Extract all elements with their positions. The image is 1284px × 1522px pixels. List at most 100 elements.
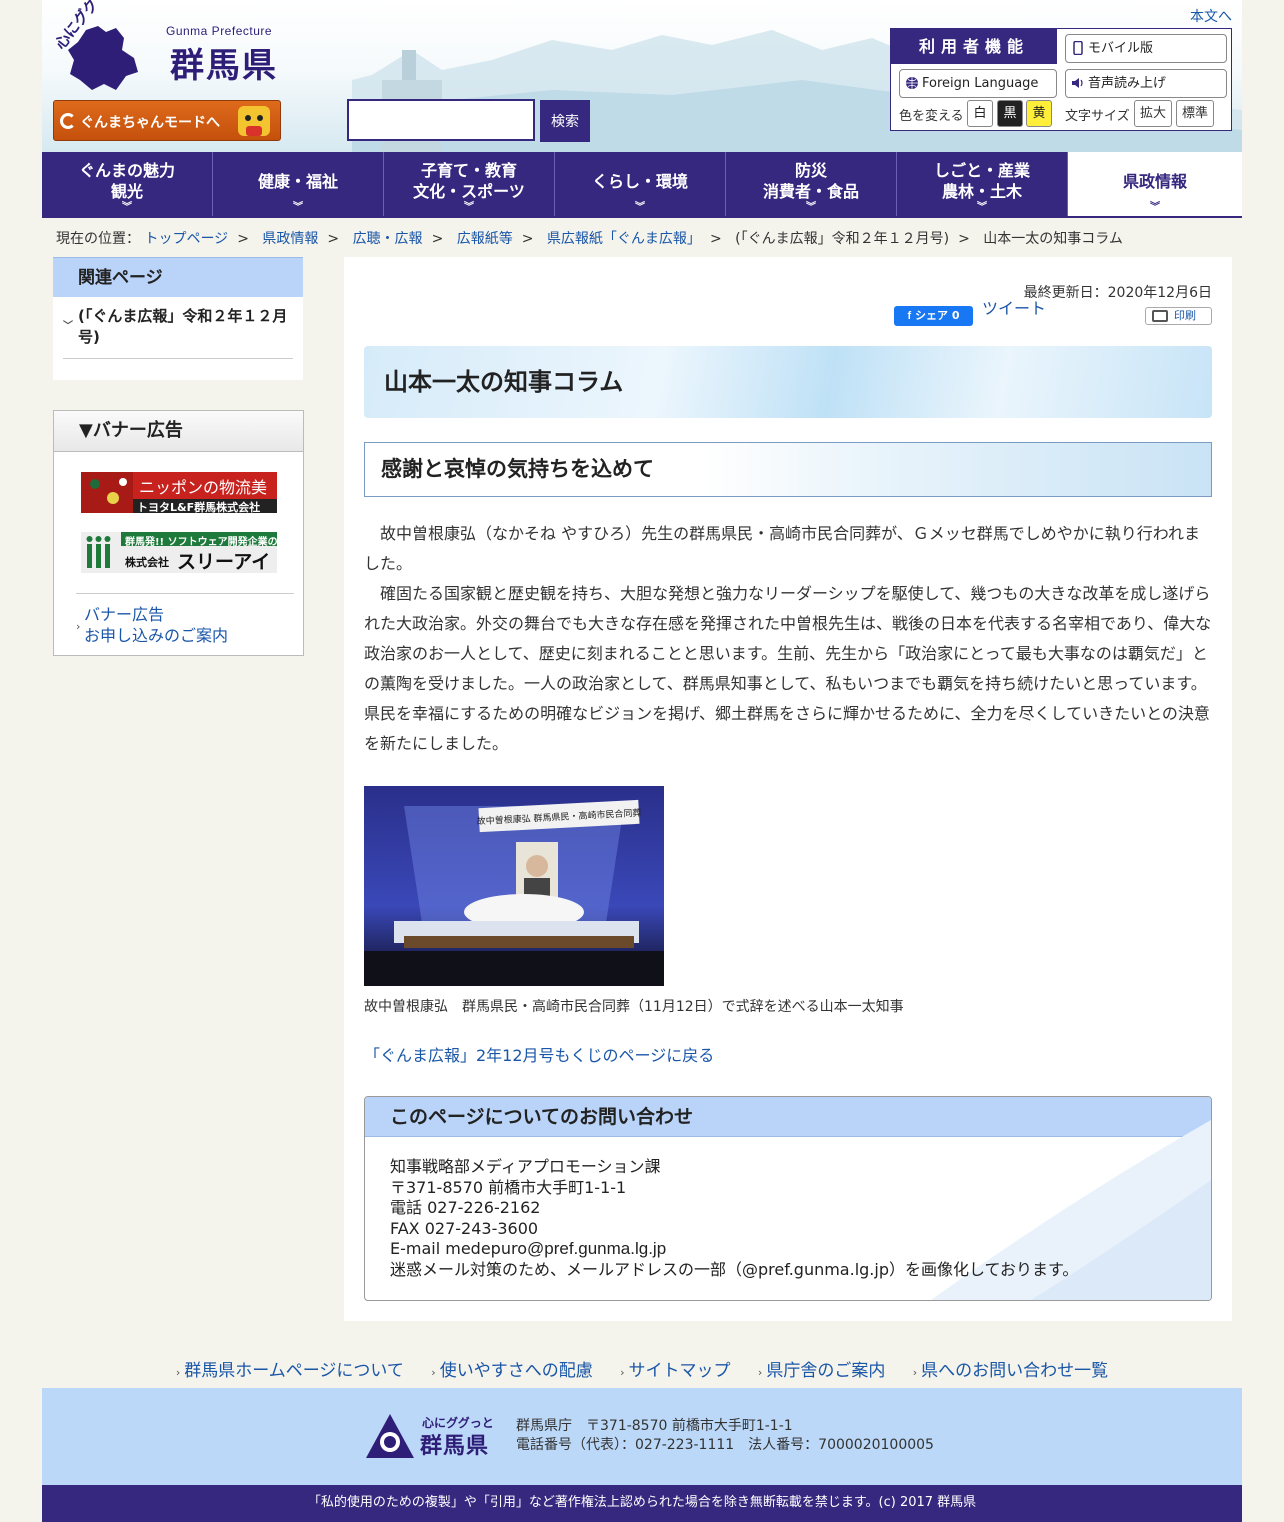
- photo-caption: 故中曽根康弘 群馬県民・高崎市民合同葬（11月12日）で式辞を述べる山本一太知事: [364, 999, 904, 1015]
- mobile-version-button[interactable]: モバイル版: [1065, 34, 1227, 63]
- font-standard-button[interactable]: 標準: [1176, 100, 1214, 127]
- related-page-item[interactable]: ﹀ (「ぐんま広報」令和２年１２月号): [63, 306, 293, 359]
- contact-email-domain-image: @pref.gunma.lg.jp: [527, 1239, 667, 1258]
- breadcrumb-separator: >: [431, 231, 444, 247]
- footer-link-office-guide[interactable]: › 県庁舎のご案内: [758, 1361, 885, 1381]
- footer-link-label: 群馬県ホームページについて: [184, 1361, 404, 1381]
- chevron-right-icon: ›: [76, 620, 81, 633]
- last-updated: 最終更新日：2020年12月6日: [1023, 285, 1212, 301]
- banner-ad-application-line1[interactable]: バナー広告: [84, 605, 164, 624]
- print-button[interactable]: 印刷: [1145, 307, 1212, 325]
- three-i-banner-tagline: 群馬発!! ソフトウェア開発企業の: [125, 537, 278, 548]
- breadcrumb-link[interactable]: 広報紙等: [457, 231, 513, 247]
- copyright-notice: 「私的使用のための複製」や「引用」など著作権法上認められた場合を除き無断転載を禁…: [42, 1485, 1242, 1522]
- nav-item-work-industry[interactable]: しごと・産業 農林・土木 ︾: [897, 152, 1068, 216]
- footer-phone-line: 電話番号（代表）：027-223-1111 法人番号：7000020100005: [516, 1437, 934, 1453]
- nav-item-disaster-consumer[interactable]: 防災 消費者・食品 ︾: [726, 152, 897, 216]
- breadcrumb-separator: >: [237, 231, 249, 247]
- nav-label: 文化・スポーツ: [413, 182, 525, 201]
- double-chevron-down-icon: ︾: [122, 202, 132, 213]
- speaker-icon: [1072, 78, 1083, 88]
- back-to-index-link[interactable]: 「ぐんま広報」2年12月号もくじのページに戻る: [364, 1042, 714, 1066]
- banner-ads-title: ▼バナー広告: [54, 411, 303, 452]
- footer-link-accessibility[interactable]: › 使いやすさへの配慮: [431, 1361, 592, 1381]
- voice-reading-button[interactable]: 音声読み上げ: [1065, 69, 1227, 98]
- font-enlarge-button[interactable]: 拡大: [1134, 100, 1172, 127]
- footer-link-label: 県庁舎のご案内: [766, 1361, 886, 1381]
- chevron-right-icon: ›: [175, 1366, 181, 1379]
- breadcrumb-link[interactable]: 広聴・広報: [353, 231, 423, 247]
- footer-link-about[interactable]: › 群馬県ホームページについて: [176, 1361, 404, 1381]
- mobile-phone-icon: [1073, 41, 1083, 55]
- color-yellow-button[interactable]: 黄: [1026, 100, 1052, 127]
- facebook-share-button[interactable]: f シェア 0: [894, 306, 973, 326]
- color-change-label: 色を変える: [899, 109, 964, 124]
- nav-label: 子育て・教育: [420, 161, 517, 180]
- nav-label: くらし・環境: [591, 171, 688, 191]
- site-footer: 心にググっと 群馬県 群馬県庁 〒371-8570 前橋市大手町1-1-1 電話…: [42, 1388, 1242, 1485]
- breadcrumb-separator: >: [958, 231, 970, 247]
- nav-item-prefectural-info[interactable]: 県政情報 ︾: [1068, 152, 1242, 216]
- breadcrumb-separator: >: [521, 231, 534, 247]
- main-content: 最終更新日：2020年12月6日 f シェア 0 ツイート 印刷 山本一太の知事…: [344, 257, 1232, 1321]
- gunmachan-mode-label: ぐんまちゃんモードへ: [80, 115, 220, 131]
- footer-link-contacts[interactable]: › 県へのお問い合わせ一覧: [913, 1361, 1108, 1381]
- breadcrumb-link[interactable]: トップページ: [144, 231, 228, 247]
- banner-ad-application-link[interactable]: › バナー広告 お申し込みのご案内: [76, 593, 294, 646]
- double-chevron-down-icon: ︾: [293, 202, 303, 213]
- facebook-share-label: シェア 0: [915, 309, 960, 322]
- related-page-label: (「ぐんま広報」令和２年１２月号): [78, 307, 288, 346]
- double-chevron-down-icon: ︾: [806, 202, 816, 213]
- color-black-button[interactable]: 黒: [997, 100, 1023, 127]
- three-i-banner-small: 株式会社: [125, 556, 169, 569]
- voice-reading-label: 音声読み上げ: [1088, 76, 1167, 91]
- double-chevron-down-icon: ︾: [464, 202, 474, 213]
- nav-item-health-welfare[interactable]: 健康・福祉 ︾: [213, 152, 384, 216]
- footer-link-sitemap[interactable]: › サイトマップ: [620, 1361, 730, 1381]
- toyota-lf-banner[interactable]: ニッポンの物流美 トヨタL&F群馬株式会社: [81, 472, 277, 514]
- site-logo[interactable]: 心にググっと Gunma Prefecture 群馬県: [51, 0, 300, 90]
- nav-item-attractions[interactable]: ぐんまの魅力 観光 ︾: [42, 152, 213, 216]
- banner-ads-panel: ▼バナー広告 ニッポンの物流美 トヨタL&F群馬株式会社 群馬発!! ソフトウェ…: [53, 410, 304, 656]
- search-input[interactable]: [347, 99, 535, 141]
- gunma-emblem-icon: [366, 1414, 414, 1458]
- memorial-ceremony-photo: 故中曽根康弘 群馬県民・高崎市民合同葬: [364, 786, 664, 986]
- three-i-banner-company: スリーアイ: [177, 551, 271, 573]
- toyota-lf-banner-company: トヨタL&F群馬株式会社: [137, 501, 261, 514]
- breadcrumb-link[interactable]: 県広報紙「ぐんま広報」: [547, 231, 701, 247]
- toyota-lf-banner-tagline: ニッポンの物流美: [139, 478, 268, 497]
- refresh-icon: [60, 113, 76, 129]
- contact-panel: このページについてのお問い合わせ 知事戦略部メディアプロモーション課 〒371-…: [364, 1096, 1212, 1301]
- breadcrumb-link[interactable]: 県政情報: [262, 231, 318, 247]
- related-pages-title: 関連ページ: [53, 257, 303, 297]
- chevron-right-icon: ›: [431, 1366, 436, 1379]
- double-chevron-down-icon: ︾: [635, 202, 645, 213]
- page-title: 山本一太の知事コラム: [364, 346, 1212, 418]
- chevron-right-icon: ›: [757, 1366, 763, 1379]
- foreign-language-button[interactable]: Foreign Language: [899, 69, 1057, 98]
- color-white-button[interactable]: 白: [967, 100, 993, 127]
- article-paragraph: 確固たる国家観と歴史観を持ち、大胆な発想と強力なリーダーシップを駆使して、幾つも…: [364, 584, 1212, 753]
- nav-label: 県政情報: [1122, 171, 1187, 191]
- accessibility-tools-panel: 利用者機能 モバイル版 Foreign Language 音声読み上げ 色を変え…: [890, 28, 1232, 131]
- tweet-link[interactable]: ツイート: [982, 295, 1046, 319]
- font-size-label: 文字サイズ: [1065, 109, 1130, 124]
- nav-label: 防災: [794, 161, 827, 180]
- mobile-version-label: モバイル版: [1088, 41, 1154, 56]
- printer-icon: [1152, 310, 1168, 322]
- footer-link-label: サイトマップ: [628, 1361, 731, 1381]
- nav-item-living-environment[interactable]: くらし・環境 ︾: [555, 152, 726, 216]
- nav-label: しごと・産業: [933, 161, 1030, 180]
- chevron-right-icon: ›: [912, 1366, 918, 1379]
- breadcrumb: 現在の位置： トップページ > 県政情報 > 広聴・広報 > 広報紙等 > 県広報紙「ぐ…: [56, 228, 1123, 248]
- nav-label: 農林・土木: [941, 182, 1022, 201]
- search-button[interactable]: 検索: [540, 100, 590, 142]
- contact-department: 知事戦略部メディアプロモーション課: [390, 1157, 661, 1176]
- contact-address: 〒371-8570 前橋市大手町1-1-1: [390, 1177, 627, 1197]
- banner-ad-application-line2[interactable]: お申し込みのご案内: [84, 626, 228, 645]
- contact-note: 迷惑メール対策のため、メールアドレスの一部（@pref.gunma.lg.jp）…: [390, 1259, 1079, 1279]
- nav-item-education-culture[interactable]: 子育て・教育 文化・スポーツ ︾: [384, 152, 555, 216]
- skip-to-content-link[interactable]: 本文へ: [1190, 6, 1232, 26]
- gunmachan-mode-button[interactable]: ぐんまちゃんモードへ: [53, 100, 281, 141]
- three-i-banner[interactable]: 群馬発!! ソフトウェア開発企業の 株式会社 スリーアイ: [81, 532, 278, 573]
